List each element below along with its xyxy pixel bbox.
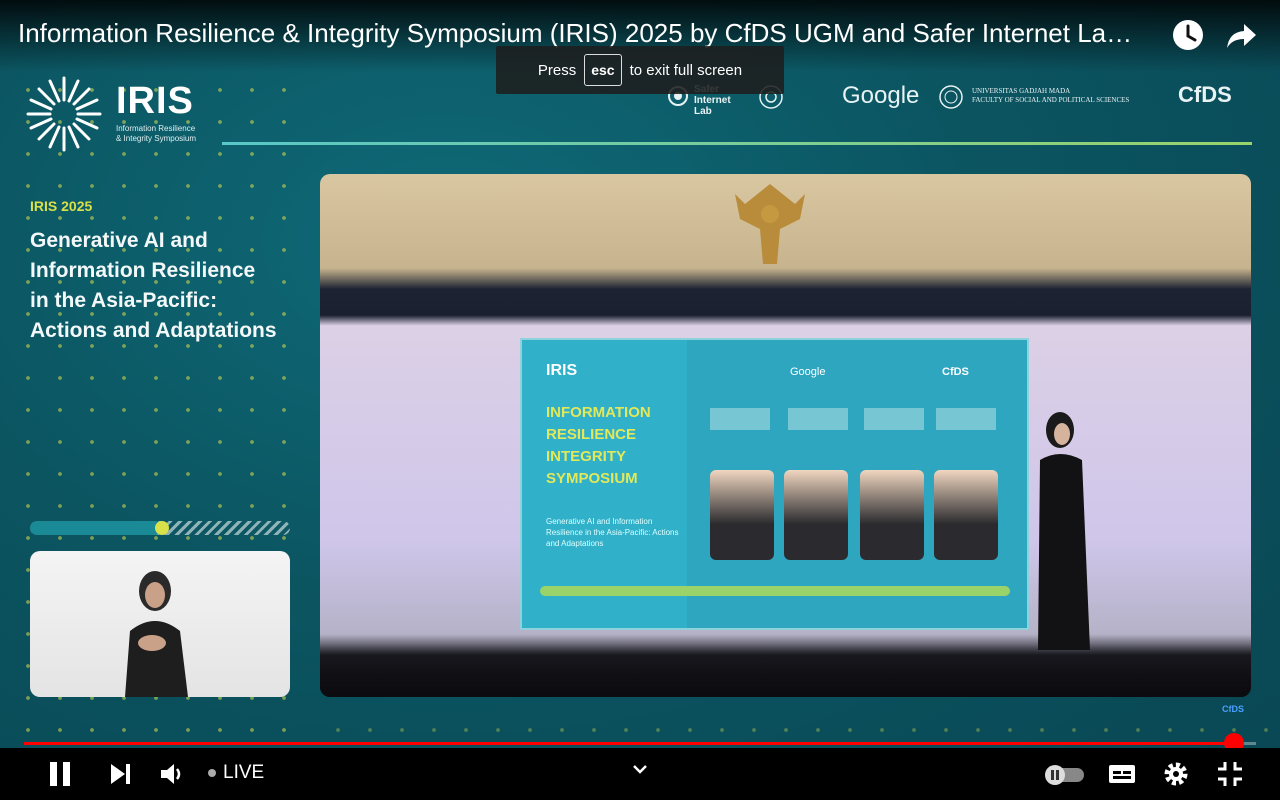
live-indicator[interactable]: LIVE bbox=[208, 762, 264, 784]
iris-sunburst-icon bbox=[26, 76, 102, 152]
chevron-down-icon[interactable] bbox=[624, 754, 656, 786]
live-dot bbox=[208, 769, 216, 777]
screen-cfds: CfDS bbox=[942, 366, 969, 378]
screen-title: INFORMATION RESILIENCE INTEGRITY SYMPOSI… bbox=[546, 402, 651, 490]
live-label: LIVE bbox=[223, 762, 265, 783]
subtitles-icon[interactable] bbox=[1106, 758, 1138, 790]
channel-watermark: CfDS bbox=[1222, 704, 1244, 714]
screen-google: Google bbox=[790, 366, 826, 378]
speaker-photo bbox=[710, 470, 774, 560]
ugm-seal-icon bbox=[939, 85, 963, 109]
header-divider bbox=[222, 142, 1252, 145]
sponsor-google: Google bbox=[842, 82, 920, 109]
interpreter-figure-icon bbox=[125, 571, 188, 697]
speaker-name-card bbox=[710, 408, 770, 430]
headline-line: Information Resilience bbox=[30, 259, 256, 282]
iris-subtitle-line: & Integrity Symposium bbox=[116, 134, 197, 143]
watch-later-icon[interactable] bbox=[1171, 18, 1205, 52]
iris-subtitle: Information Resilience & Integrity Sympo… bbox=[116, 124, 226, 144]
speaker-photo bbox=[860, 470, 924, 560]
pause-icon[interactable] bbox=[44, 758, 76, 790]
projection-screen: IRIS Google CfDS INFORMATION RESILIENCE … bbox=[520, 338, 1029, 630]
speaker-photo bbox=[784, 470, 848, 560]
toast-prefix: Press bbox=[537, 61, 577, 79]
screen-logo: IRIS bbox=[546, 362, 578, 379]
speaker-photo bbox=[934, 470, 998, 560]
presenter-figure-icon bbox=[1038, 412, 1090, 650]
headline-line: Generative AI and bbox=[30, 229, 208, 252]
screen-title-line: RESILIENCE bbox=[546, 426, 637, 443]
share-icon[interactable] bbox=[1224, 18, 1258, 52]
video-title[interactable]: Information Resilience & Integrity Sympo… bbox=[18, 18, 1153, 49]
speaker-name-card bbox=[936, 408, 996, 430]
exit-fullscreen-icon[interactable] bbox=[1214, 758, 1246, 790]
next-icon[interactable] bbox=[104, 758, 136, 790]
sponsor-ugm: UNIVERSITAS GADJAH MADA FACULTY OF SOCIA… bbox=[972, 87, 1129, 105]
garuda-emblem-icon bbox=[735, 184, 805, 264]
exit-fullscreen-toast: Press esc to exit full screen bbox=[496, 46, 784, 94]
video-frame[interactable]: IRIS Information Resilience & Integrity … bbox=[0, 0, 1280, 800]
event-tag: IRIS 2025 bbox=[30, 198, 93, 214]
headline-line: Actions and Adaptations bbox=[30, 319, 277, 342]
progress-bar-fill[interactable] bbox=[24, 742, 1234, 745]
dot-pattern-bottom bbox=[310, 700, 1280, 740]
sponsor-ugm-line: UNIVERSITAS GADJAH MADA bbox=[972, 87, 1071, 95]
sponsor-cfds: CfDS bbox=[1178, 82, 1232, 107]
decorative-slider-knob bbox=[155, 521, 169, 535]
esc-key: esc bbox=[584, 54, 622, 86]
autoplay-toggle-icon[interactable] bbox=[1042, 758, 1086, 790]
gear-icon[interactable] bbox=[1160, 758, 1192, 790]
speaker-name-card bbox=[788, 408, 848, 430]
event-headline: Generative AI and Information Resilience… bbox=[30, 226, 310, 346]
iris-wordmark: IRIS bbox=[116, 80, 194, 122]
screen-title-line: SYMPOSIUM bbox=[546, 470, 638, 487]
sponsor-ugm-line: FACULTY OF SOCIAL AND POLITICAL SCIENCES bbox=[972, 96, 1130, 104]
player-controls: LIVE bbox=[0, 748, 1280, 800]
screen-title-line: INTEGRITY bbox=[546, 448, 627, 465]
volume-icon[interactable] bbox=[156, 758, 188, 790]
decorative-slider-fill bbox=[30, 521, 162, 535]
iris-logo: IRIS Information Resilience & Integrity … bbox=[24, 74, 224, 154]
screen-progress-bar bbox=[540, 586, 1010, 596]
screen-subtitle: Generative AI and Information Resilience… bbox=[546, 517, 679, 548]
speaker-name-card bbox=[864, 408, 924, 430]
toast-suffix: to exit full screen bbox=[629, 61, 743, 79]
sign-language-interpreter-inset bbox=[30, 551, 290, 697]
audience-silhouettes bbox=[320, 644, 1251, 697]
headline-line: in the Asia-Pacific: bbox=[30, 289, 218, 312]
screen-title-line: INFORMATION bbox=[546, 404, 651, 421]
iris-subtitle-line: Information Resilience bbox=[116, 124, 196, 133]
